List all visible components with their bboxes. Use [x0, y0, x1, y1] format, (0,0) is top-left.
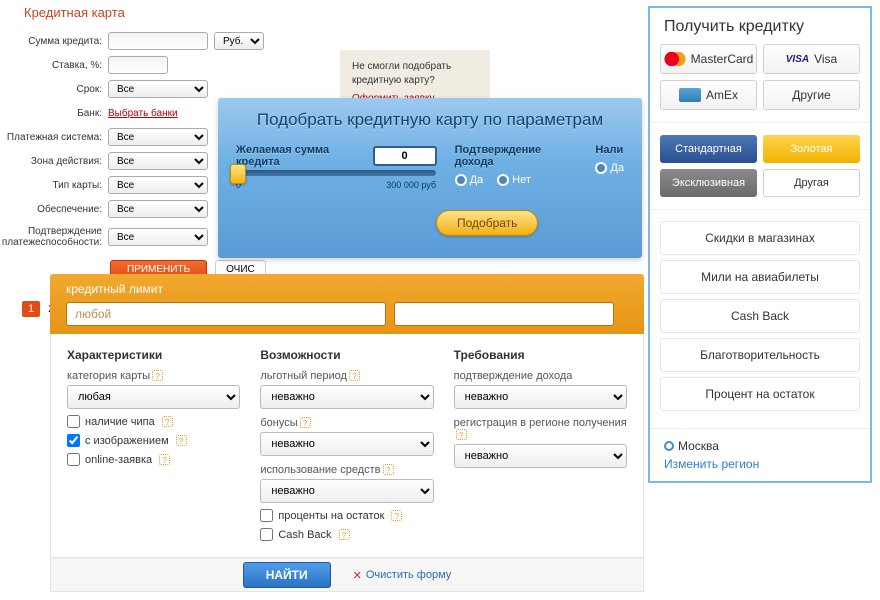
confirmation-label: Подтверждение платежеспособности:	[0, 226, 108, 248]
amount-label: Желаемая сумма кредита	[236, 144, 363, 168]
amount-label: Сумма кредита:	[0, 36, 108, 47]
help-icon[interactable]: ?	[159, 454, 170, 465]
currency-select[interactable]: Руб.	[214, 32, 264, 50]
term-select[interactable]: Все	[108, 80, 208, 98]
feature-miles[interactable]: Мили на авиабилеты	[660, 260, 860, 294]
blue-submit-button[interactable]: Подобрать	[436, 210, 538, 236]
scale-max: 300 000 руб	[386, 180, 436, 190]
filter-header: кредитный лимит руб.	[50, 274, 644, 334]
limit-input[interactable]	[66, 302, 386, 326]
find-button[interactable]: НАЙТИ	[243, 562, 331, 588]
income-label: подтверждение дохода	[454, 370, 573, 382]
help-icon[interactable]: ?	[383, 464, 394, 475]
mastercard-icon	[664, 52, 686, 66]
confirmation-select[interactable]: Все	[108, 228, 208, 246]
page-1[interactable]: 1	[22, 301, 40, 317]
amount-input[interactable]	[373, 146, 437, 166]
tier-standard[interactable]: Стандартная	[660, 135, 757, 163]
confirm-label: Подтверждение дохода	[455, 144, 578, 168]
collateral-select[interactable]: Все	[108, 200, 208, 218]
help-icon[interactable]: ?	[152, 370, 163, 381]
bonus-select[interactable]: неважно	[260, 432, 433, 456]
choose-banks-link[interactable]: Выбрать банки	[108, 108, 178, 119]
tier-gold[interactable]: Золотая	[763, 135, 860, 163]
tier-exclusive[interactable]: Эксклюзивная	[660, 169, 757, 197]
sidebar: Получить кредитку MasterCard VISAVisa Am…	[648, 6, 872, 483]
col1-title: Характеристики	[67, 348, 240, 362]
term-label: Срок:	[0, 84, 108, 95]
tier-other[interactable]: Другая	[763, 169, 860, 197]
region-select[interactable]: неважно	[454, 444, 627, 468]
paysys-label: Платежная система:	[0, 132, 108, 143]
category-label: категория карты	[67, 370, 150, 382]
usage-label: использование средств	[260, 464, 380, 476]
col-requirements: Требования подтверждение дохода неважно …	[454, 348, 627, 547]
help-icon[interactable]: ?	[391, 510, 402, 521]
help-icon[interactable]: ?	[456, 429, 467, 440]
zone-select[interactable]: Все	[108, 152, 208, 170]
slider-handle-icon[interactable]	[230, 164, 246, 184]
category-select[interactable]: любая	[67, 385, 240, 409]
network-mastercard[interactable]: MasterCard	[660, 44, 757, 74]
blue-search-panel: Подобрать кредитную карту по параметрам …	[218, 98, 642, 258]
collateral-label: Обеспечение:	[0, 204, 108, 215]
image-checkbox[interactable]	[67, 434, 80, 447]
help-icon[interactable]: ?	[300, 417, 311, 428]
help-icon[interactable]: ?	[162, 416, 173, 427]
form-title: Кредитная карта	[0, 5, 410, 30]
network-other[interactable]: Другие	[763, 80, 860, 110]
cashback-checkbox[interactable]	[260, 528, 273, 541]
region-name: Москва	[678, 439, 719, 453]
network-amex[interactable]: AmEx	[660, 80, 757, 110]
amount-input[interactable]	[108, 32, 208, 50]
location-pin-icon	[664, 441, 674, 451]
rate-label: Ставка, %:	[0, 60, 108, 71]
col-capabilities: Возможности льготный период? неважно бон…	[260, 348, 433, 547]
amex-icon	[679, 88, 701, 102]
filter-panel: кредитный лимит руб. Характеристики кате…	[50, 274, 644, 592]
grace-label: льготный период	[260, 370, 347, 382]
cardtype-label: Тип карты:	[0, 180, 108, 191]
help-text: Не смогли подобрать кредитную карту?	[352, 61, 451, 86]
feature-interest[interactable]: Процент на остаток	[660, 377, 860, 411]
col-characteristics: Характеристики категория карты? любая на…	[67, 348, 240, 547]
limit-label: кредитный лимит	[66, 282, 163, 296]
percent-checkbox[interactable]	[260, 509, 273, 522]
feature-charity[interactable]: Благотворительность	[660, 338, 860, 372]
clear-form-link[interactable]: Очистить форму	[353, 569, 452, 582]
visa-icon: VISA	[786, 54, 809, 65]
radio-yes-2[interactable]: Да	[595, 162, 624, 174]
income-select[interactable]: неважно	[454, 385, 627, 409]
paysys-select[interactable]: Все	[108, 128, 208, 146]
sidebar-title: Получить кредитку	[650, 8, 870, 44]
region-label: регистрация в регионе получения	[454, 417, 627, 429]
bonus-label: бонусы	[260, 417, 297, 429]
col2-title: Возможности	[260, 348, 433, 362]
bank-label: Банк:	[0, 108, 108, 119]
chip-checkbox[interactable]	[67, 415, 80, 428]
feature-cashback[interactable]: Cash Back	[660, 299, 860, 333]
help-icon[interactable]: ?	[349, 370, 360, 381]
blue-title: Подобрать кредитную карту по параметрам	[236, 110, 624, 130]
zone-label: Зона действия:	[0, 156, 108, 167]
cardtype-select[interactable]: Все	[108, 176, 208, 194]
col3-title: Требования	[454, 348, 627, 362]
online-checkbox[interactable]	[67, 453, 80, 466]
currency-box[interactable]: руб.	[394, 302, 614, 326]
change-region-link[interactable]: Изменить регион	[664, 457, 856, 471]
network-visa[interactable]: VISAVisa	[763, 44, 860, 74]
help-icon[interactable]: ?	[176, 435, 187, 446]
nali-label: Нали	[595, 144, 624, 156]
grace-select[interactable]: неважно	[260, 385, 433, 409]
feature-discounts[interactable]: Скидки в магазинах	[660, 221, 860, 255]
usage-select[interactable]: неважно	[260, 479, 433, 503]
radio-no[interactable]: Нет	[497, 174, 531, 186]
help-icon[interactable]: ?	[339, 529, 350, 540]
rate-input[interactable]	[108, 56, 168, 74]
radio-yes[interactable]: Да	[455, 174, 484, 186]
amount-slider[interactable]: 0 300 000 руб	[236, 170, 436, 190]
